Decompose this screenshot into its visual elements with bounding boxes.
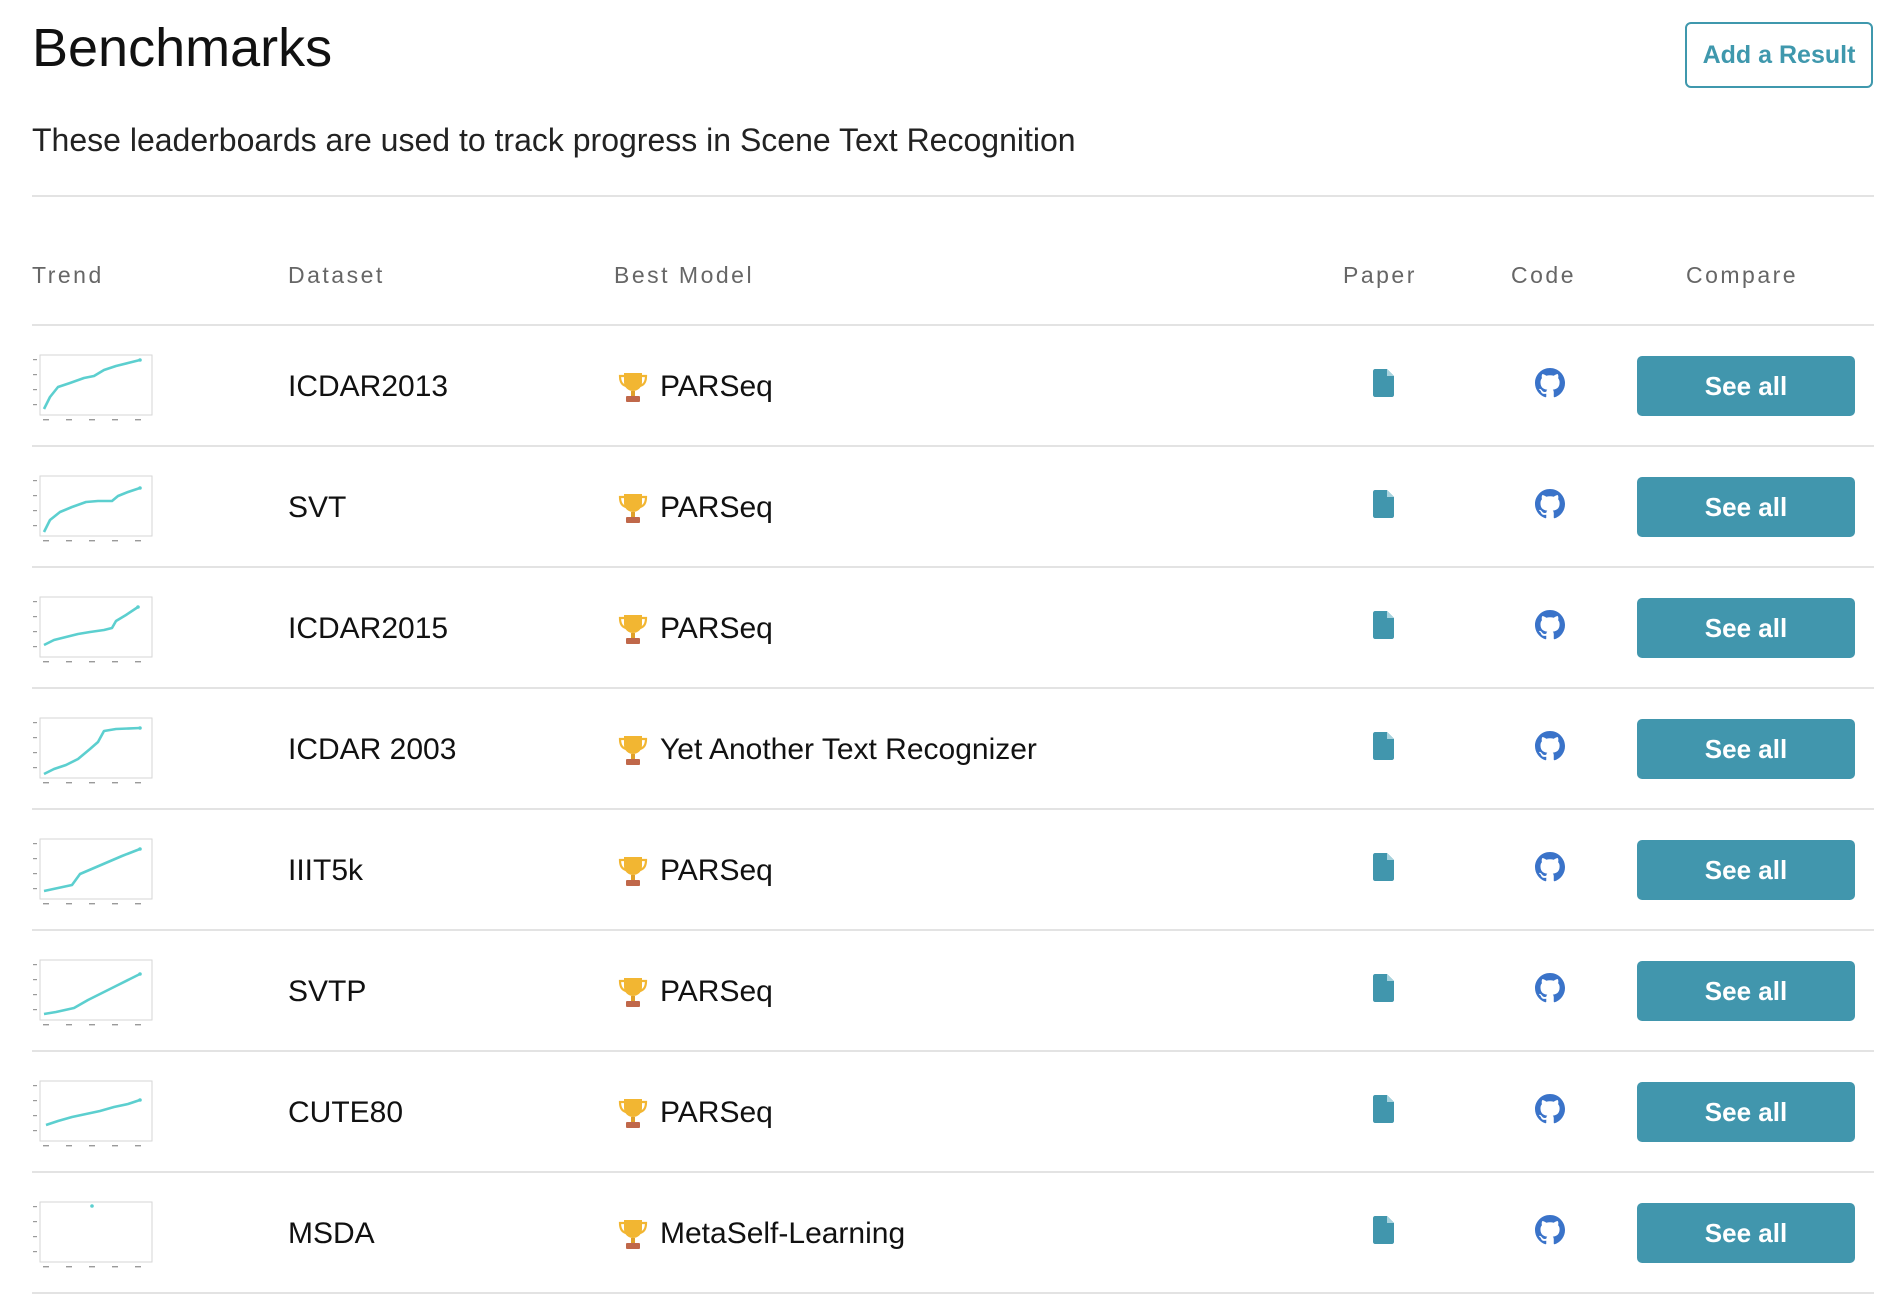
column-header-compare: Compare	[1686, 262, 1799, 288]
column-header-paper: Paper	[1343, 262, 1417, 288]
trophy-icon	[618, 1217, 648, 1251]
table-row: IIIT5k PARSeq See all	[32, 810, 1874, 931]
table-row: ICDAR2015 PARSeq See all	[32, 568, 1874, 689]
see-all-button[interactable]: See all	[1637, 356, 1855, 416]
dataset-link[interactable]: SVTP	[288, 973, 366, 1011]
best-model-link[interactable]: PARSeq	[660, 368, 773, 406]
file-icon[interactable]	[1372, 610, 1396, 640]
github-icon[interactable]	[1535, 852, 1565, 882]
table-row: MSDA MetaSelf-Learning See all	[32, 1173, 1874, 1294]
table-row: ICDAR 2003 Yet Another Text Recognizer S…	[32, 689, 1874, 810]
best-model-link[interactable]: MetaSelf-Learning	[660, 1215, 905, 1253]
dataset-link[interactable]: CUTE80	[288, 1094, 403, 1132]
file-icon[interactable]	[1372, 1094, 1396, 1124]
file-icon[interactable]	[1372, 1215, 1396, 1245]
trophy-icon	[618, 491, 648, 525]
column-header-best-model: Best Model	[614, 262, 755, 288]
see-all-button[interactable]: See all	[1637, 598, 1855, 658]
dataset-link[interactable]: ICDAR 2003	[288, 731, 456, 769]
dataset-link[interactable]: SVT	[288, 489, 346, 527]
page-title: Benchmarks	[32, 18, 333, 78]
trophy-icon	[618, 854, 648, 888]
trend-thumbnail[interactable]	[32, 474, 154, 542]
table-row: ICDAR2013 PARSeq See all	[32, 326, 1874, 447]
trophy-icon	[618, 1096, 648, 1130]
github-icon[interactable]	[1535, 1215, 1565, 1245]
add-result-button[interactable]: Add a Result	[1685, 22, 1873, 88]
dataset-link[interactable]: IIIT5k	[288, 852, 363, 890]
see-all-button[interactable]: See all	[1637, 719, 1855, 779]
github-icon[interactable]	[1535, 368, 1565, 398]
github-icon[interactable]	[1535, 731, 1565, 761]
table-row: SVTP PARSeq See all	[32, 931, 1874, 1052]
trophy-icon	[618, 733, 648, 767]
github-icon[interactable]	[1535, 489, 1565, 519]
trend-thumbnail[interactable]	[32, 1079, 154, 1147]
dataset-link[interactable]: ICDAR2015	[288, 610, 448, 648]
column-header-dataset: Dataset	[288, 262, 385, 288]
see-all-button[interactable]: See all	[1637, 840, 1855, 900]
column-header-code: Code	[1511, 262, 1576, 288]
see-all-button[interactable]: See all	[1637, 1203, 1855, 1263]
dataset-link[interactable]: ICDAR2013	[288, 368, 448, 406]
file-icon[interactable]	[1372, 489, 1396, 519]
github-icon[interactable]	[1535, 610, 1565, 640]
see-all-button[interactable]: See all	[1637, 1082, 1855, 1142]
trend-thumbnail[interactable]	[32, 837, 154, 905]
see-all-button[interactable]: See all	[1637, 961, 1855, 1021]
trend-thumbnail[interactable]	[32, 595, 154, 663]
trend-thumbnail[interactable]	[32, 353, 154, 421]
benchmarks-page: Benchmarks Add a Result These leaderboar…	[0, 0, 1886, 1308]
dataset-link[interactable]: MSDA	[288, 1215, 375, 1253]
trend-thumbnail[interactable]	[32, 716, 154, 784]
column-header-trend: Trend	[32, 262, 104, 288]
best-model-link[interactable]: PARSeq	[660, 1094, 773, 1132]
best-model-link[interactable]: PARSeq	[660, 973, 773, 1011]
benchmark-table: ICDAR2013 PARSeq See all SVT PARSeq See …	[32, 326, 1874, 1294]
trophy-icon	[618, 975, 648, 1009]
best-model-link[interactable]: PARSeq	[660, 852, 773, 890]
page-subtitle: These leaderboards are used to track pro…	[32, 122, 1076, 158]
see-all-button[interactable]: See all	[1637, 477, 1855, 537]
trend-thumbnail[interactable]	[32, 1200, 154, 1268]
best-model-link[interactable]: PARSeq	[660, 489, 773, 527]
divider	[32, 195, 1874, 197]
file-icon[interactable]	[1372, 973, 1396, 1003]
trophy-icon	[618, 612, 648, 646]
table-row: SVT PARSeq See all	[32, 447, 1874, 568]
trend-thumbnail[interactable]	[32, 958, 154, 1026]
trophy-icon	[618, 370, 648, 404]
best-model-link[interactable]: PARSeq	[660, 610, 773, 648]
file-icon[interactable]	[1372, 852, 1396, 882]
table-row: CUTE80 PARSeq See all	[32, 1052, 1874, 1173]
file-icon[interactable]	[1372, 731, 1396, 761]
file-icon[interactable]	[1372, 368, 1396, 398]
github-icon[interactable]	[1535, 1094, 1565, 1124]
github-icon[interactable]	[1535, 973, 1565, 1003]
best-model-link[interactable]: Yet Another Text Recognizer	[660, 731, 1037, 769]
